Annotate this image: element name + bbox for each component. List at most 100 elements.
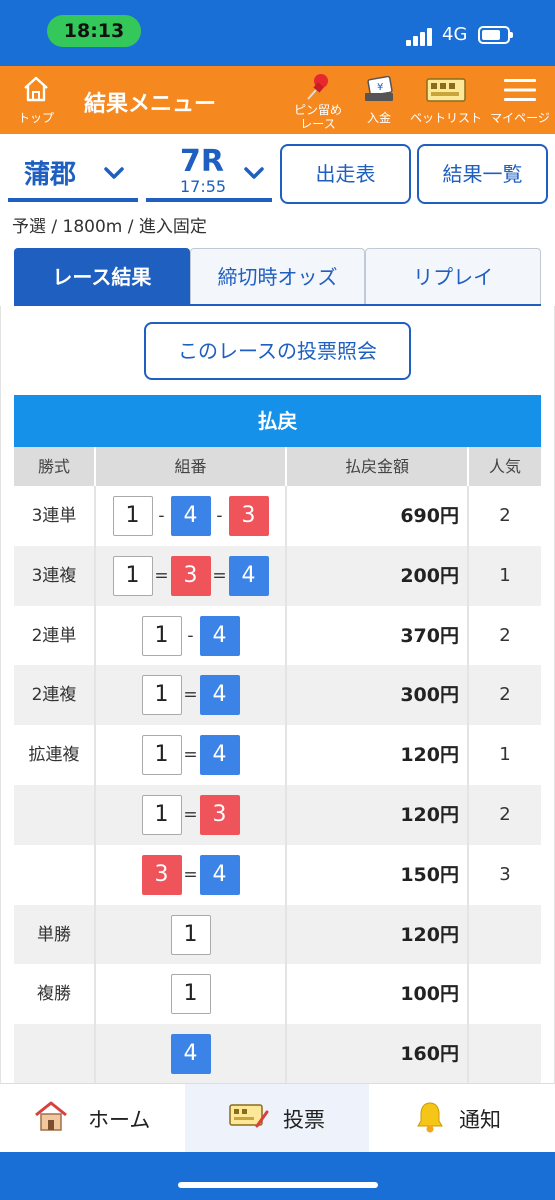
payout-amount: 690円 [287,486,469,546]
payout-row: 4 160円 [14,1024,541,1084]
payout-kind: 複勝 [14,964,96,1025]
payout-kind: 3連単 [14,486,96,546]
payout-popularity: 2 [499,803,511,825]
combo-separator: = [183,745,198,766]
mypage-button[interactable]: マイページ [488,66,552,134]
boat-number-1: 1 [141,615,182,656]
bottom-nav-notify-label: 通知 [459,1108,501,1132]
payout-amount: 120円 [287,904,469,965]
boat-number-4: 4 [199,675,240,716]
boat-number-4: 4 [199,615,240,656]
chevron-down-icon [244,167,264,179]
payout-popularity [469,905,541,965]
tab-race-result[interactable]: レース結果 [14,248,190,304]
home-indicator [178,1182,378,1188]
result-tabs: レース結果 締切時オッズ リプレイ [14,248,542,306]
payout-amount: 120円 [287,725,469,785]
bottom-system-bar [0,1152,555,1200]
combo-separator: - [187,625,194,646]
payout-popularity: 2 [499,624,511,646]
payout-combo: 1-4 [96,605,287,666]
network-type: 4G [442,24,468,45]
vote-inquiry-button[interactable]: このレースの投票照会 [144,322,411,380]
payout-amount: 370円 [287,605,469,666]
payout-kind: 2連複 [14,665,96,726]
boat-number-1: 1 [112,555,153,596]
race-selector[interactable]: 7R 17:55 [146,144,272,202]
tab-replay[interactable]: リプレイ [365,248,542,304]
payout-kind: 3連複 [14,545,96,606]
race-time: 17:55 [180,177,227,196]
menu-icon [504,79,536,101]
payout-header-row: 勝式 組番 払戻金額 人気 [14,447,541,486]
bottom-nav-home-label: ホーム [88,1108,151,1132]
status-time: 18:13 [47,15,141,47]
pin-label-1: ピン留め [293,103,342,117]
results-list-button[interactable]: 結果一覧 [417,144,548,204]
combo-separator: - [158,506,165,526]
payout-row: 1 = 3 120円 2 [14,784,541,845]
header-amount: 払戻金額 [287,447,469,486]
bottom-nav-notify[interactable]: 通知 [369,1084,555,1152]
combo-separator: = [212,565,227,586]
payout-combo: 1 = 4 [96,665,287,726]
payout-rows: 3連単 1-4-3 690円 2 3連複 1 = 3 = 4 200円 1 2連単 1-4 370円 2 2連複… [14,486,541,1084]
payout-title: 払戻 [14,395,541,447]
bottom-nav-home[interactable]: ホーム [0,1084,185,1152]
home-icon [24,76,48,102]
boat-number-4: 4 [199,854,240,895]
payout-kind [14,844,96,905]
pin-race-button[interactable]: ピン留め レース [288,66,348,134]
pin-label-2: レース [300,117,336,131]
payout-popularity: 1 [499,744,511,766]
venue-name: 蒲郡 [24,160,77,190]
payout-amount: 160円 [287,1024,469,1084]
entries-button[interactable]: 出走表 [280,144,411,204]
boat-number-1: 1 [170,914,211,955]
boat-number-1: 1 [170,974,211,1015]
payout-row: 2連複 1 = 4 300円 2 [14,665,541,726]
payout-combo: 3 = 4 [96,844,287,905]
boat-number-3: 3 [199,794,240,835]
bottom-nav-vote[interactable]: 投票 [185,1084,369,1152]
payout-combo: 1-4-3 [96,486,287,546]
payout-combo: 1 [96,964,287,1025]
boat-number-3: 3 [141,854,182,895]
top-button[interactable]: トップ [8,66,64,134]
mypage-label: マイページ [490,111,550,125]
boat-number-4: 4 [199,735,240,776]
page-title: 結果メニュー [84,92,217,117]
venue-selector[interactable]: 蒲郡 [8,144,138,202]
boat-number-1: 1 [112,496,153,536]
payout-combo: 1 = 3 = 4 [96,545,287,606]
payout-amount: 100円 [287,964,469,1025]
boat-number-3: 3 [228,496,269,536]
deposit-button[interactable]: ¥ 入金 [354,66,404,134]
payout-combo: 4 [96,1024,287,1084]
boat-number-4: 4 [170,1034,211,1075]
top-label: トップ [17,111,54,125]
payout-table: 勝式 組番 払戻金額 人気 3連単 1-4-3 690円 2 3連複 1 = 3 = 4 200円 1… [14,447,541,1084]
deposit-label: 入金 [366,111,391,125]
boat-number-1: 1 [141,675,182,716]
boat-number-1: 1 [141,735,182,776]
bottom-nav: ホーム 投票 通知 [0,1083,555,1152]
combo-separator: = [183,864,198,885]
payout-popularity [469,1024,541,1084]
tab-closing-odds[interactable]: 締切時オッズ [189,248,366,304]
boat-number-1: 1 [141,794,182,835]
betlist-button[interactable]: ベットリスト [410,66,482,134]
bell-icon [417,1102,443,1133]
payout-popularity: 2 [499,505,511,526]
combo-separator: = [154,565,169,586]
app-header: トップ 結果メニュー ピン留め レース ¥ 入金 ベットリスト マイページ [0,66,555,134]
payout-row: 3 = 4 150円 3 [14,844,541,905]
payout-combo: 1 = 3 [96,784,287,845]
chevron-down-icon [104,167,124,179]
header-combo: 組番 [96,447,287,486]
payout-row: 3連複 1 = 3 = 4 200円 1 [14,545,541,606]
boat-number-3: 3 [170,555,211,596]
pin-icon [307,74,328,100]
payout-popularity [469,964,541,1024]
payout-amount: 300円 [287,665,469,726]
